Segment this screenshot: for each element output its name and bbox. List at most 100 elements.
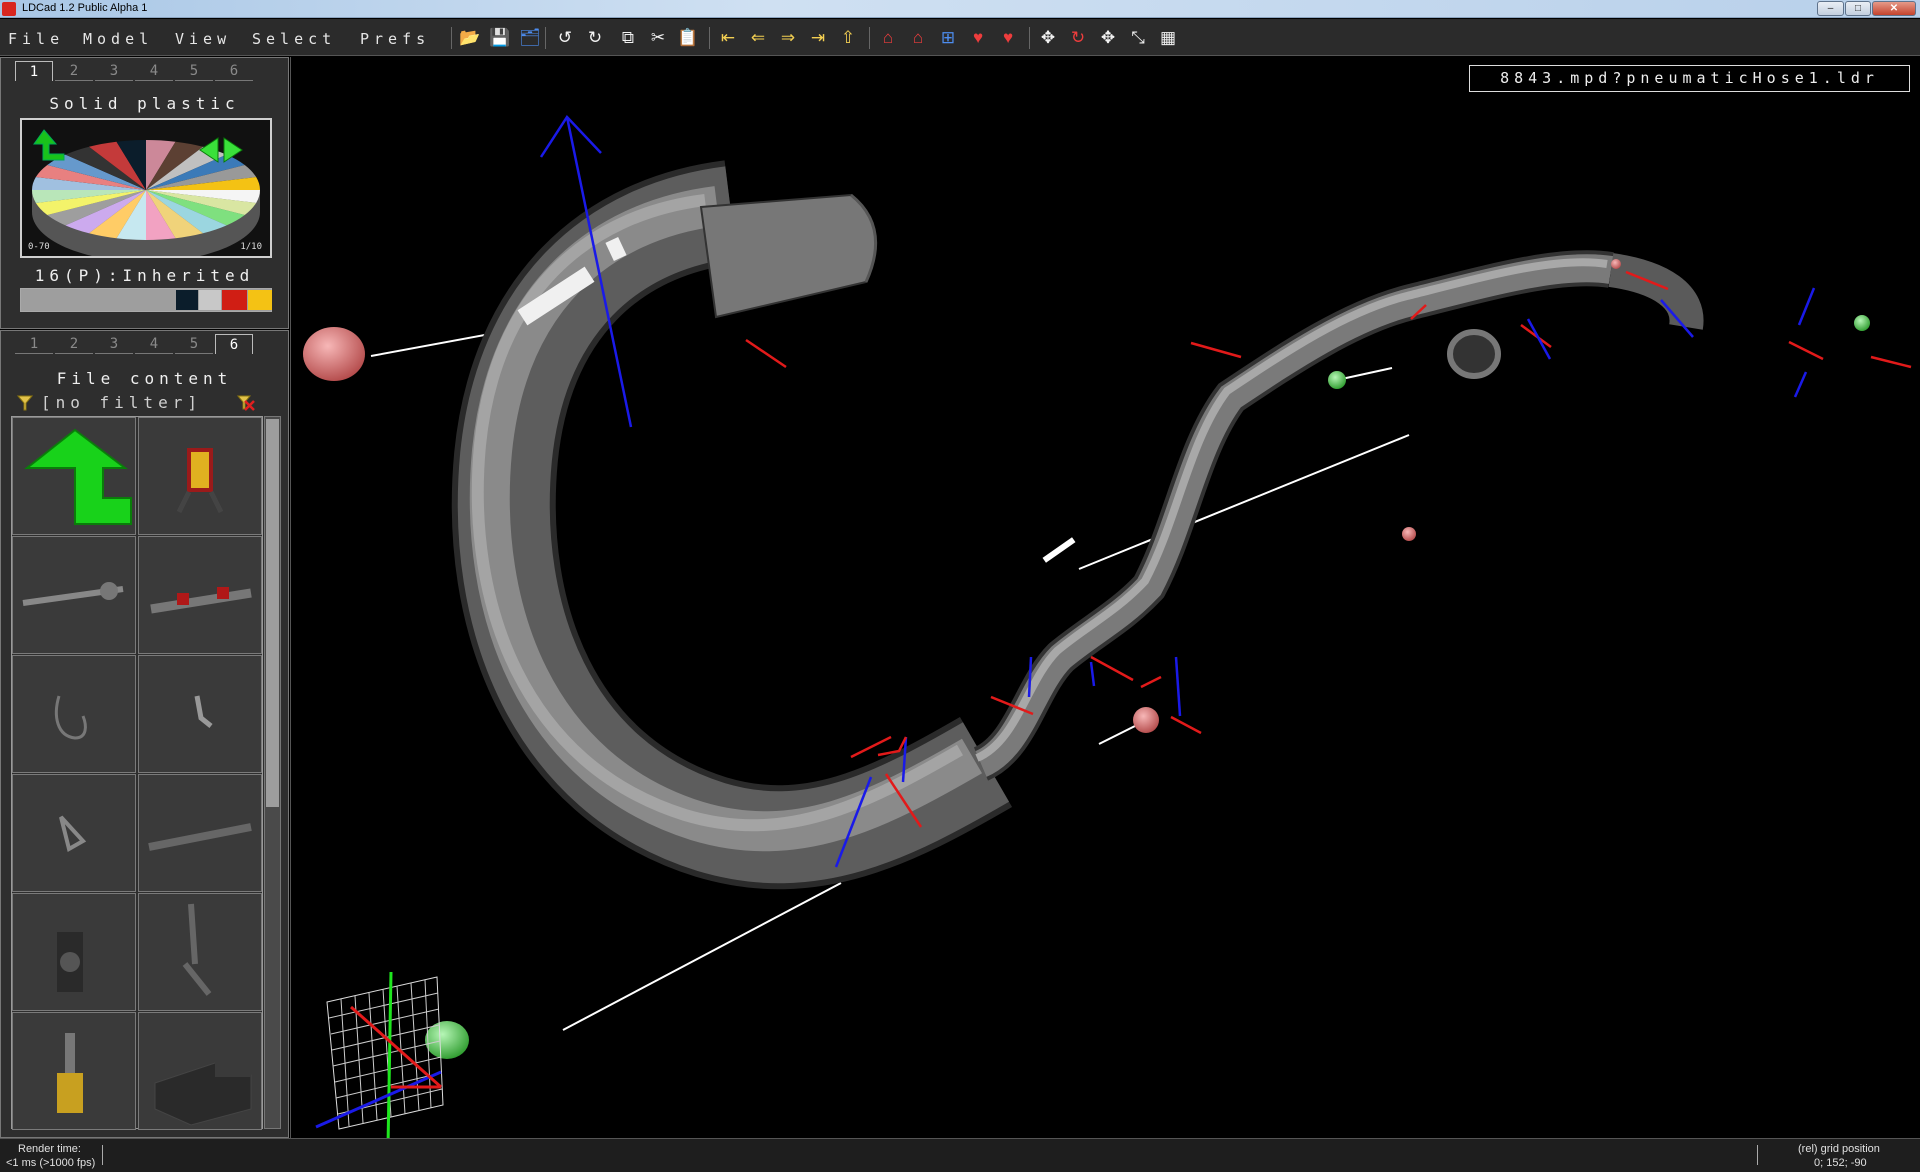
- pneumatic-switch-thumbnail[interactable]: [138, 417, 262, 535]
- 3d-viewport[interactable]: 8843.mpd?pneumaticHose1.ldr: [290, 57, 1920, 1148]
- hose-curve-thumbnail[interactable]: [12, 655, 136, 773]
- parts-panel-title: File content: [56, 369, 233, 388]
- filter-icon[interactable]: [17, 395, 33, 411]
- tab-2[interactable]: 2: [55, 61, 93, 81]
- menu-select[interactable]: Select: [252, 30, 336, 48]
- part-thumbnail-graphic: [176, 448, 224, 514]
- green-control-sphere[interactable]: [1328, 371, 1346, 389]
- lever-thumbnail[interactable]: [138, 893, 262, 1011]
- color-wheel-graphic: [32, 129, 260, 256]
- hose-opening: [1447, 329, 1501, 379]
- house-add-icon[interactable]: ⌂: [906, 26, 930, 50]
- tab-6[interactable]: 6: [215, 334, 253, 354]
- minimize-button[interactable]: –: [1817, 1, 1844, 16]
- menu-prefs[interactable]: Prefs: [360, 30, 430, 48]
- tab-6[interactable]: 6: [215, 61, 253, 81]
- status-divider: [1757, 1145, 1758, 1165]
- parts-scrollbar[interactable]: [264, 416, 281, 1129]
- orientation-gizmo: [315, 971, 444, 1148]
- part-thumbnail-graphic: [148, 823, 252, 851]
- menu-view[interactable]: View: [175, 30, 231, 48]
- color-swatch-strip: [20, 288, 272, 312]
- tab-5[interactable]: 5: [175, 61, 213, 81]
- bracket-brick-thumbnail[interactable]: [138, 1012, 262, 1130]
- grid-snap-icon[interactable]: ▦: [1156, 26, 1180, 50]
- clear-filter-icon[interactable]: [237, 395, 255, 411]
- nav-next-icon[interactable]: ⇒: [776, 26, 800, 50]
- title-bar: LDCad 1.2 Public Alpha 1 – □ ✕: [0, 0, 1920, 18]
- copy-icon[interactable]: ⧉: [616, 26, 640, 50]
- axle-thumbnail[interactable]: [12, 536, 136, 654]
- close-button[interactable]: ✕: [1872, 1, 1916, 16]
- tab-4[interactable]: 4: [135, 334, 173, 354]
- color-swatch[interactable]: [22, 290, 175, 310]
- redo-icon[interactable]: ↻: [583, 26, 607, 50]
- pan-icon[interactable]: ✥: [1096, 26, 1120, 50]
- part-thumbnail-graphic: [59, 815, 87, 853]
- color-swatch[interactable]: [248, 290, 272, 310]
- scrollbar-thumb[interactable]: [266, 419, 279, 807]
- hose-bend-thumbnail[interactable]: [138, 655, 262, 773]
- parts-panel: 123456 File content [no filter]: [0, 330, 289, 1138]
- tab-3[interactable]: 3: [95, 61, 133, 81]
- heart-broken-icon[interactable]: ♥: [996, 26, 1020, 50]
- range-label: 0-70: [28, 242, 50, 252]
- current-color-label: 16(P):Inherited: [34, 266, 255, 285]
- red-control-sphere[interactable]: [303, 327, 365, 381]
- cylinder-thumbnail[interactable]: [12, 1012, 136, 1130]
- nav-first-icon[interactable]: ⇤: [716, 26, 740, 50]
- red-control-sphere[interactable]: [1402, 527, 1416, 541]
- nav-prev-icon[interactable]: ⇐: [746, 26, 770, 50]
- color-wheel[interactable]: 0-70 1/10: [20, 118, 272, 258]
- control-line: [1078, 434, 1410, 570]
- color-swatch[interactable]: [199, 290, 221, 310]
- pneumatic-hose[interactable]: [451, 160, 1704, 890]
- tab-1[interactable]: 1: [15, 61, 53, 81]
- technic-beam-thumbnail[interactable]: [138, 536, 262, 654]
- control-line: [562, 882, 842, 1031]
- paste-icon[interactable]: 📋: [676, 26, 700, 50]
- toolbar-separator: [545, 27, 546, 49]
- grid-r-icon[interactable]: ⊞: [936, 26, 960, 50]
- tab-1[interactable]: 1: [15, 334, 53, 354]
- menu-model[interactable]: Model: [83, 30, 153, 48]
- toolbar-separator: [709, 27, 710, 49]
- tab-4[interactable]: 4: [135, 61, 173, 81]
- technic-plate-thumbnail[interactable]: [138, 774, 262, 892]
- parent-up-arrow-icon[interactable]: [12, 417, 136, 535]
- cut-icon[interactable]: ✂: [646, 26, 670, 50]
- hose-loop-thumbnail[interactable]: [12, 774, 136, 892]
- undo-icon[interactable]: ↺: [553, 26, 577, 50]
- pump-assembly-thumbnail[interactable]: [12, 893, 136, 1011]
- save-all-icon[interactable]: 🗂: [518, 26, 542, 50]
- nav-last-icon[interactable]: ⇥: [806, 26, 830, 50]
- part-thumbnail-graphic: [150, 587, 252, 614]
- tab-5[interactable]: 5: [175, 334, 213, 354]
- resize-icon[interactable]: ⤡: [1126, 26, 1150, 50]
- menu-file[interactable]: File: [8, 30, 64, 48]
- move-icon[interactable]: ✥: [1036, 26, 1060, 50]
- color-swatch[interactable]: [176, 290, 198, 310]
- house-icon[interactable]: ⌂: [876, 26, 900, 50]
- part-thumbnail-graphic: [194, 695, 213, 728]
- red-control-sphere[interactable]: [1611, 259, 1621, 269]
- rotate-icon[interactable]: ↻: [1066, 26, 1090, 50]
- maximize-button[interactable]: □: [1845, 1, 1871, 16]
- save-icon[interactable]: 💾: [488, 26, 512, 50]
- toolbar-separator: [869, 27, 870, 49]
- tab-3[interactable]: 3: [95, 334, 133, 354]
- open-icon[interactable]: 📂: [458, 26, 482, 50]
- app-icon: [2, 2, 16, 16]
- filter-text[interactable]: [no filter]: [41, 393, 202, 412]
- color-swatch[interactable]: [222, 290, 247, 310]
- heart-icon[interactable]: ♥: [966, 26, 990, 50]
- tab-2[interactable]: 2: [55, 334, 93, 354]
- red-control-sphere[interactable]: [1133, 707, 1159, 733]
- file-path-label: 8843.mpd?pneumaticHose1.ldr: [1469, 65, 1910, 92]
- green-control-sphere[interactable]: [1854, 315, 1870, 331]
- nav-add-icon[interactable]: ⇧: [836, 26, 860, 50]
- grid-position-label: (rel) grid position: [1798, 1143, 1880, 1155]
- toolbar-separator: [1029, 27, 1030, 49]
- up-arrow-icon[interactable]: [33, 129, 65, 161]
- render-time-label: Render time:: [18, 1143, 81, 1155]
